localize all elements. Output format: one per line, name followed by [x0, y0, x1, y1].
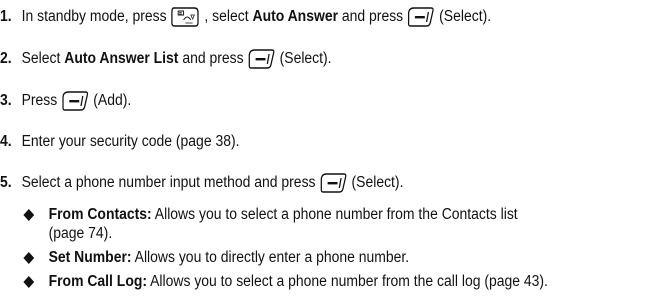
step-number: 3. [0, 92, 12, 109]
step-text: and press [341, 8, 404, 25]
step-number: 4. [0, 133, 12, 150]
option-label: From Call Log: [48, 273, 148, 290]
option-name: Auto Answer [252, 8, 339, 25]
step-number: 1. [0, 8, 12, 25]
step-text: (Select). [351, 174, 404, 191]
step-text: (Select). [279, 50, 332, 67]
diamond-bullet-icon [23, 276, 35, 288]
step-1: 1. In standby mode, press , select Auto … [0, 6, 491, 28]
diamond-bullet-icon [23, 252, 35, 264]
step-text: (Select). [439, 8, 492, 25]
option-label: From Contacts: [48, 206, 152, 223]
diamond-bullet-icon [23, 209, 35, 221]
step-text: Enter your security code (page 38). [21, 133, 240, 150]
step-text: Select [21, 50, 61, 67]
menu-key-icon [171, 6, 200, 28]
step-text: , select [204, 8, 249, 25]
option-label: Set Number: [48, 249, 132, 266]
step-text: (Add). [93, 92, 132, 109]
step-text: Select a phone number input method and p… [21, 174, 316, 191]
step-2: 2. Select Auto Answer List and press (Se… [0, 48, 332, 70]
left-softkey-icon [248, 48, 275, 70]
option-description: Allows you to select a phone number from… [154, 206, 518, 223]
step-number: 5. [0, 174, 12, 191]
step-5: 5. Select a phone number input method an… [0, 172, 403, 194]
step-text: In standby mode, press [21, 8, 167, 25]
option-name: Auto Answer List [64, 50, 179, 67]
option-description: Allows you to directly enter a phone num… [134, 249, 410, 266]
step-text: and press [182, 50, 244, 67]
step-4: 4. Enter your security code (page 38). [0, 132, 239, 152]
step-3: 3. Press (Add). [0, 90, 131, 112]
left-softkey-icon [62, 90, 89, 112]
option-description-continuation: (page 74). [48, 225, 113, 242]
left-softkey-icon [320, 172, 347, 194]
option-description: Allows you to select a phone number from… [150, 273, 548, 290]
left-softkey-icon [407, 6, 435, 28]
step-text: Press [21, 92, 58, 109]
step-number: 2. [0, 50, 12, 67]
instruction-page: 1. In standby mode, press , select Auto … [0, 0, 665, 296]
